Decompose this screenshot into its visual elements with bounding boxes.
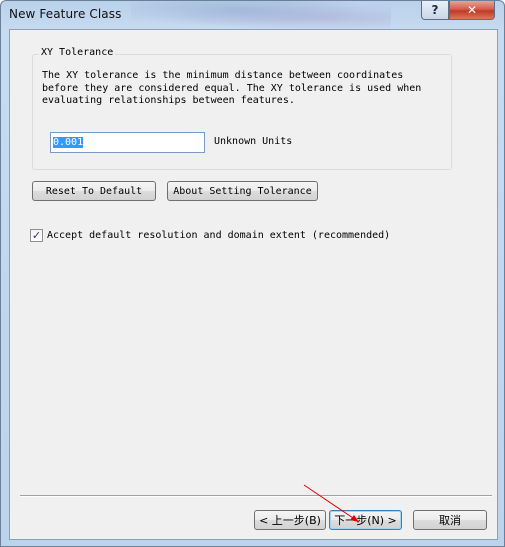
xy-tolerance-input[interactable]: 0.001	[50, 132, 205, 153]
back-button[interactable]: < 上一步(B)	[254, 510, 326, 530]
close-button[interactable]: ✕	[449, 1, 495, 20]
check-mark-icon: ✓	[31, 229, 42, 242]
xy-tolerance-value: 0.001	[53, 137, 84, 148]
accept-default-checkbox[interactable]: ✓	[30, 229, 43, 242]
accept-default-row[interactable]: ✓ Accept default resolution and domain e…	[30, 229, 390, 242]
reset-to-default-button[interactable]: Reset To Default	[32, 181, 156, 201]
next-button[interactable]: 下一步(N) >	[329, 510, 402, 530]
help-icon: ?	[431, 3, 439, 17]
title-bar-background-decoration	[131, 1, 391, 29]
close-icon: ✕	[466, 3, 478, 17]
title-bar[interactable]: New Feature Class ? ✕	[1, 1, 504, 29]
xy-tolerance-group: XY Tolerance The XY tolerance is the min…	[32, 47, 452, 170]
xy-tolerance-description: The XY tolerance is the minimum distance…	[42, 70, 422, 106]
new-feature-class-dialog: New Feature Class ? ✕ XY Tolerance The X…	[0, 0, 505, 547]
window-title: New Feature Class	[9, 7, 122, 21]
xy-tolerance-units: Unknown Units	[214, 136, 293, 147]
xy-tolerance-group-label: XY Tolerance	[39, 47, 116, 58]
accept-default-label[interactable]: Accept default resolution and domain ext…	[47, 230, 390, 241]
about-setting-tolerance-button[interactable]: About Setting Tolerance	[167, 181, 318, 201]
footer-separator	[20, 495, 492, 497]
cancel-button[interactable]: 取消	[413, 510, 487, 530]
help-button[interactable]: ?	[421, 1, 449, 20]
dialog-body: XY Tolerance The XY tolerance is the min…	[9, 29, 498, 540]
